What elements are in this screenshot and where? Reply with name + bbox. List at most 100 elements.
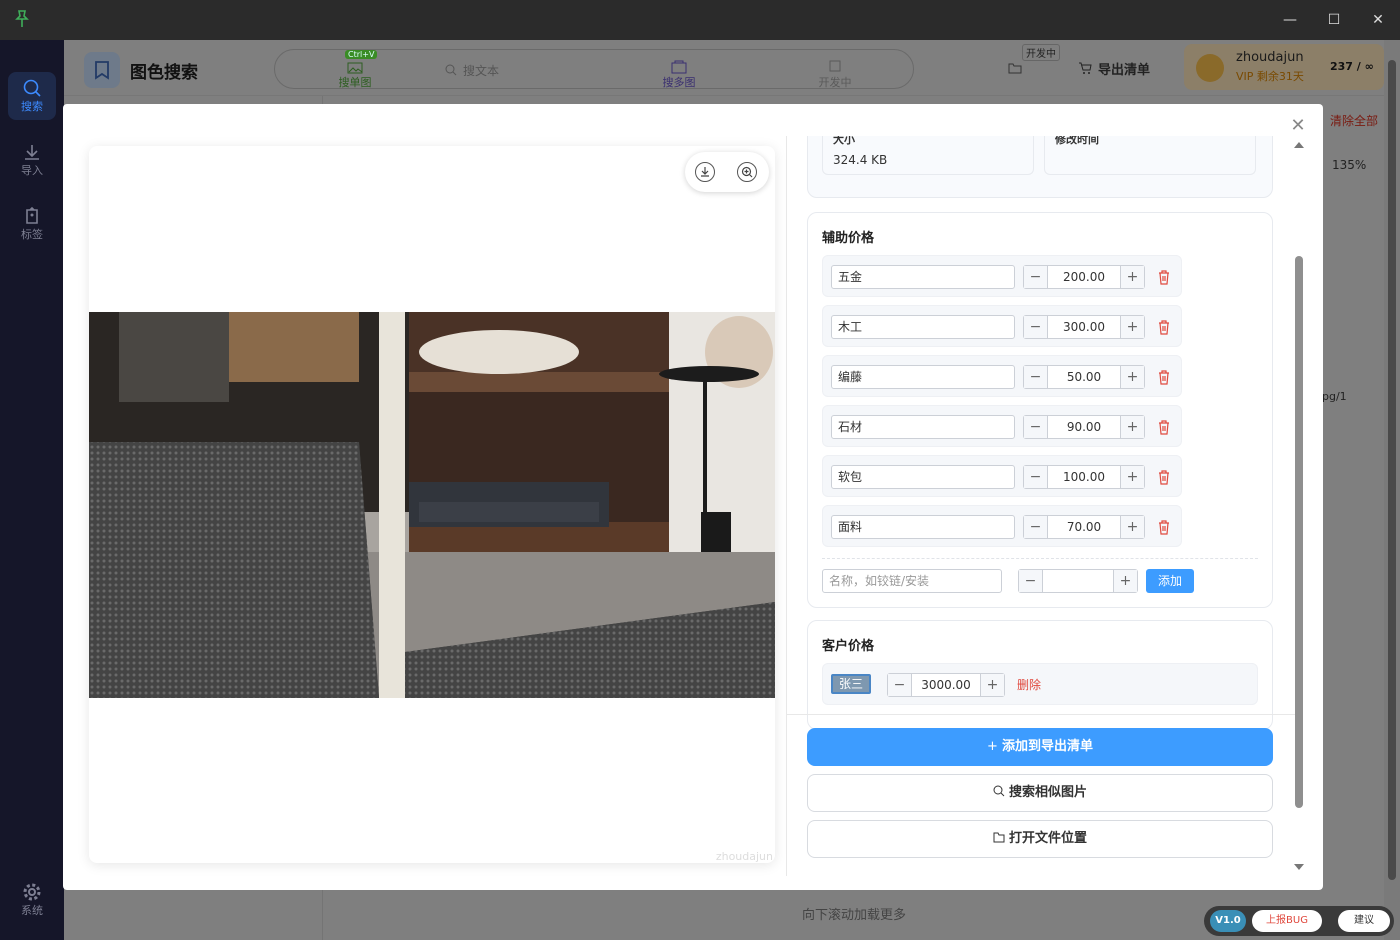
- nav-search[interactable]: 搜索: [8, 72, 56, 120]
- zoom-level: 135%: [1332, 158, 1367, 172]
- image-preview: zhoudajun: [89, 146, 775, 863]
- nav-system-label: 系统: [21, 904, 43, 917]
- price-stepper: − 300.00 +: [1023, 315, 1145, 339]
- price-row: 编藤 − 50.00 +: [822, 355, 1182, 397]
- minimize-icon[interactable]: —: [1280, 10, 1300, 30]
- file-meta-card: 大小 324.4 KB 修改时间: [807, 136, 1273, 198]
- trash-icon[interactable]: [1157, 519, 1171, 535]
- nav-import[interactable]: 导入: [8, 136, 56, 184]
- price-name-input[interactable]: 木工: [831, 315, 1015, 339]
- client-delete-link[interactable]: 删除: [1017, 676, 1041, 693]
- price-value[interactable]: 90.00: [1048, 416, 1120, 438]
- price-value[interactable]: 70.00: [1048, 516, 1120, 538]
- price-value[interactable]: 300.00: [1048, 316, 1120, 338]
- paste-shortcut-badge: Ctrl+V: [345, 50, 378, 59]
- user-card[interactable]: zhoudajun VIP 剩余31天 237 / ∞: [1184, 44, 1384, 90]
- tab-search-single[interactable]: Ctrl+V 搜单图: [315, 50, 395, 90]
- new-price-value[interactable]: [1043, 570, 1113, 592]
- nav-system[interactable]: 系统: [8, 876, 56, 924]
- trash-icon[interactable]: [1157, 419, 1171, 435]
- divider: [822, 558, 1258, 559]
- close-icon[interactable]: ✕: [1288, 116, 1308, 136]
- scroll-down-arrow-icon[interactable]: [1294, 864, 1304, 870]
- client-price-stepper: − 3000.00 +: [887, 673, 1005, 697]
- nav-tags[interactable]: 标签: [8, 200, 56, 248]
- image-detail-modal: ✕ zhoudajun 大小 324.4 KB 修改时间 辅助价格 五金 − 2…: [63, 104, 1323, 890]
- trash-icon[interactable]: [1157, 269, 1171, 285]
- price-value[interactable]: 200.00: [1048, 266, 1120, 288]
- scroll-thumb[interactable]: [1295, 256, 1303, 808]
- decrement-button[interactable]: −: [1019, 570, 1043, 592]
- tab-search-multi-label: 搜多图: [662, 76, 696, 89]
- panel-scrollbar[interactable]: [1290, 138, 1306, 878]
- price-name-input[interactable]: 五金: [831, 265, 1015, 289]
- dev-badge: 开发中: [1022, 44, 1060, 61]
- page-scrollbar[interactable]: [1384, 40, 1400, 940]
- furniture-photo[interactable]: [89, 312, 775, 698]
- suggest-button[interactable]: 建议: [1338, 910, 1390, 932]
- preview-toolbar: [685, 152, 769, 192]
- new-price-name-input[interactable]: 名称，如铰链/安装: [822, 569, 1002, 593]
- search-similar-button[interactable]: 搜索相似图片: [807, 774, 1273, 812]
- download-icon[interactable]: [695, 162, 715, 182]
- increment-button[interactable]: +: [980, 674, 1004, 696]
- increment-button[interactable]: +: [1120, 516, 1144, 538]
- decrement-button[interactable]: −: [1024, 266, 1048, 288]
- export-list-button[interactable]: 导出清单: [1078, 58, 1150, 78]
- tab-dev-label: 开发中: [818, 76, 852, 89]
- price-name-input[interactable]: 编藤: [831, 365, 1015, 389]
- price-stepper: − 70.00 +: [1023, 515, 1145, 539]
- trash-icon[interactable]: [1157, 319, 1171, 335]
- folder-icon[interactable]: [1008, 62, 1022, 74]
- decrement-button[interactable]: −: [1024, 516, 1048, 538]
- pin-icon[interactable]: [14, 10, 30, 28]
- text-search-input[interactable]: 搜文本: [435, 50, 555, 90]
- file-size-label: 大小: [833, 136, 855, 146]
- report-bug-button[interactable]: 上报BUG: [1252, 910, 1322, 932]
- trash-icon[interactable]: [1157, 469, 1171, 485]
- decrement-button[interactable]: −: [1024, 416, 1048, 438]
- watermark: zhoudajun: [715, 850, 773, 863]
- tab-dev: 开发中: [795, 50, 875, 90]
- close-window-icon[interactable]: ✕: [1368, 10, 1388, 30]
- search-icon: [445, 64, 457, 76]
- app-header: 图色搜索 Ctrl+V 搜单图 搜文本 搜多图 开发中 开发中 导出清单 zho…: [64, 40, 1384, 96]
- plus-icon: +: [987, 739, 998, 754]
- mtime-box: 修改时间: [1044, 136, 1256, 175]
- mtime-label: 修改时间: [1055, 136, 1099, 146]
- increment-button[interactable]: +: [1120, 366, 1144, 388]
- price-stepper: − 90.00 +: [1023, 415, 1145, 439]
- quota: 237 / ∞: [1330, 60, 1374, 73]
- add-to-export-button[interactable]: + 添加到导出清单: [807, 728, 1273, 766]
- open-location-button[interactable]: 打开文件位置: [807, 820, 1273, 858]
- trash-icon[interactable]: [1157, 369, 1171, 385]
- brand: 图色搜索: [84, 52, 198, 88]
- brand-title: 图色搜索: [130, 62, 198, 83]
- client-price-value[interactable]: 3000.00: [912, 674, 980, 696]
- decrement-button[interactable]: −: [1024, 466, 1048, 488]
- increment-button[interactable]: +: [1120, 466, 1144, 488]
- increment-button[interactable]: +: [1113, 570, 1137, 592]
- price-value[interactable]: 100.00: [1048, 466, 1120, 488]
- add-price-button[interactable]: 添加: [1146, 569, 1194, 593]
- price-row: 软包 − 100.00 +: [822, 455, 1182, 497]
- maximize-icon[interactable]: ☐: [1324, 10, 1344, 30]
- increment-button[interactable]: +: [1120, 316, 1144, 338]
- decrement-button[interactable]: −: [888, 674, 912, 696]
- price-name-input[interactable]: 面料: [831, 515, 1015, 539]
- zoom-in-icon[interactable]: [737, 162, 757, 182]
- clear-all-link[interactable]: 清除全部: [1330, 112, 1378, 129]
- decrement-button[interactable]: −: [1024, 316, 1048, 338]
- avatar: [1196, 54, 1224, 82]
- aux-price-title: 辅助价格: [822, 231, 875, 246]
- price-name-input[interactable]: 石材: [831, 415, 1015, 439]
- client-name-tag[interactable]: 张三: [831, 674, 871, 694]
- increment-button[interactable]: +: [1120, 416, 1144, 438]
- price-value[interactable]: 50.00: [1048, 366, 1120, 388]
- increment-button[interactable]: +: [1120, 266, 1144, 288]
- tab-search-multi[interactable]: 搜多图: [639, 50, 719, 90]
- vip-status: VIP 剩余31天: [1236, 70, 1304, 83]
- decrement-button[interactable]: −: [1024, 366, 1048, 388]
- price-name-input[interactable]: 软包: [831, 465, 1015, 489]
- scroll-up-arrow-icon[interactable]: [1294, 142, 1304, 148]
